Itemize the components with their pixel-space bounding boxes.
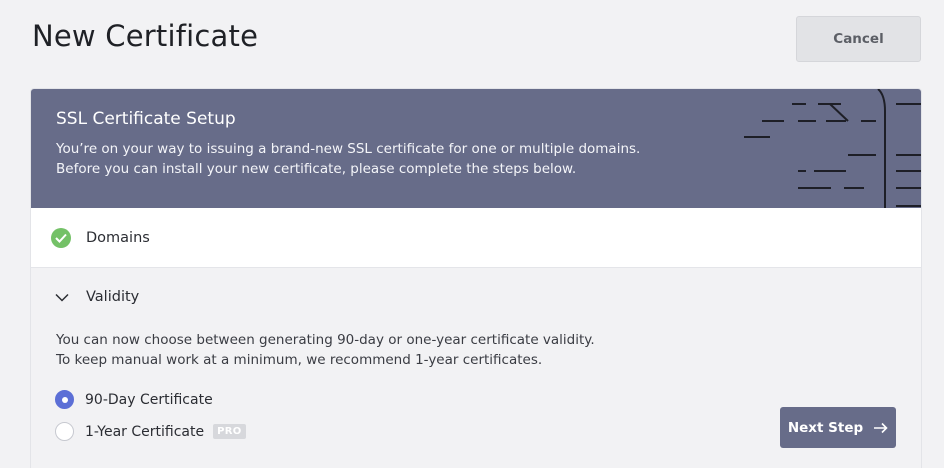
radio-selected[interactable] xyxy=(55,390,74,409)
setup-banner: SSL Certificate Setup You’re on your way… xyxy=(31,89,921,208)
radio-unselected[interactable] xyxy=(55,422,74,441)
option-90-day[interactable]: 90-Day Certificate xyxy=(55,390,213,409)
step-label: Validity xyxy=(86,289,140,305)
pro-badge: PRO xyxy=(213,424,246,439)
step-label: Domains xyxy=(86,229,150,246)
validity-description: You can now choose between generating 90… xyxy=(56,330,595,370)
validity-description-line: You can now choose between generating 90… xyxy=(56,332,595,348)
arrow-right-icon xyxy=(873,422,888,434)
step-domains[interactable]: Domains xyxy=(31,208,921,268)
next-step-label: Next Step xyxy=(787,419,864,436)
option-label: 1-Year Certificate xyxy=(85,423,205,440)
decorative-lines-graphic xyxy=(744,89,921,208)
step-validity-header[interactable]: Validity xyxy=(31,268,921,326)
certificate-setup-card: SSL Certificate Setup You’re on your way… xyxy=(31,89,921,468)
page-title: New Certificate xyxy=(32,19,259,53)
cancel-button[interactable]: Cancel xyxy=(796,16,921,62)
validity-description-line: To keep manual work at a minimum, we rec… xyxy=(56,352,543,368)
chevron-down-icon xyxy=(55,292,69,302)
option-1-year[interactable]: 1-Year Certificate PRO xyxy=(55,422,246,441)
check-circle-icon xyxy=(51,227,71,248)
option-label: 90-Day Certificate xyxy=(85,391,213,408)
next-step-button[interactable]: Next Step xyxy=(780,407,896,448)
